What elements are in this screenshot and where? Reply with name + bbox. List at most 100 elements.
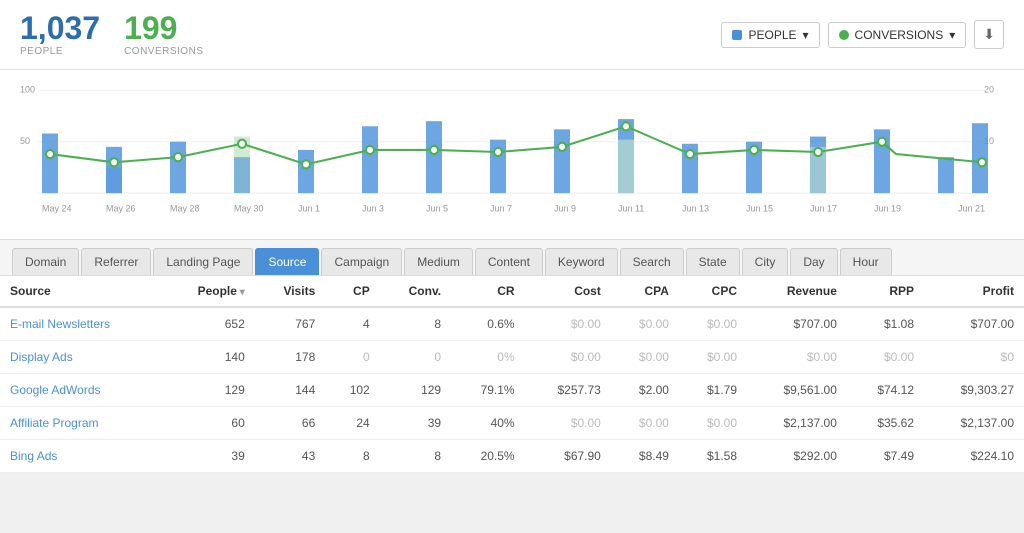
col-header-profit: Profit xyxy=(924,276,1024,307)
main-container: 1,037 PEOPLE 199 CONVERSIONS PEOPLE ▾ CO… xyxy=(0,0,1024,533)
chevron-down-icon2: ▾ xyxy=(949,28,955,42)
tab-city[interactable]: City xyxy=(742,248,789,275)
cell-revenue: $2,137.00 xyxy=(747,407,847,440)
cell-conv: 0 xyxy=(380,341,451,374)
cell-people: 140 xyxy=(163,341,254,374)
cell-visits: 66 xyxy=(255,407,326,440)
cell-cr: 0% xyxy=(451,341,525,374)
svg-text:Jun 17: Jun 17 xyxy=(810,204,837,214)
tab-medium[interactable]: Medium xyxy=(404,248,473,275)
cell-cpc: $0.00 xyxy=(679,341,747,374)
cell-revenue: $9,561.00 xyxy=(747,374,847,407)
cell-rpp: $7.49 xyxy=(847,440,924,473)
table-row: E-mail Newsletters652767480.6%$0.00$0.00… xyxy=(0,307,1024,341)
svg-text:Jun 15: Jun 15 xyxy=(746,204,773,214)
svg-text:Jun 1: Jun 1 xyxy=(298,204,320,214)
cell-people: 60 xyxy=(163,407,254,440)
tab-search[interactable]: Search xyxy=(620,248,684,275)
chart-svg: 100 50 20 10 xyxy=(20,80,1004,224)
data-table: SourcePeople ▾VisitsCPConv.CRCostCPACPCR… xyxy=(0,276,1024,473)
cell-profit: $0 xyxy=(924,341,1024,374)
svg-text:20: 20 xyxy=(984,84,994,94)
col-header-cpc: CPC xyxy=(679,276,747,307)
svg-text:Jun 11: Jun 11 xyxy=(618,204,644,214)
chevron-down-icon: ▾ xyxy=(803,28,809,42)
cell-cost: $257.73 xyxy=(525,374,611,407)
svg-text:50: 50 xyxy=(20,136,30,146)
tab-state[interactable]: State xyxy=(686,248,740,275)
sort-arrow-people: ▾ xyxy=(237,287,245,298)
tab-content[interactable]: Content xyxy=(475,248,543,275)
svg-text:Jun 13: Jun 13 xyxy=(682,204,709,214)
cell-cp: 4 xyxy=(325,307,379,341)
cell-people: 652 xyxy=(163,307,254,341)
cell-visits: 178 xyxy=(255,341,326,374)
cell-cost: $67.90 xyxy=(525,440,611,473)
cell-rpp: $74.12 xyxy=(847,374,924,407)
people-dropdown-label: PEOPLE xyxy=(748,28,796,42)
cell-rpp: $35.62 xyxy=(847,407,924,440)
cell-cp: 0 xyxy=(325,341,379,374)
cell-cost: $0.00 xyxy=(525,307,611,341)
col-header-conv: Conv. xyxy=(380,276,451,307)
cell-conv: 8 xyxy=(380,307,451,341)
cell-cpa: $8.49 xyxy=(611,440,679,473)
source-link[interactable]: E-mail Newsletters xyxy=(10,317,110,331)
svg-text:May 24: May 24 xyxy=(42,204,71,214)
col-header-people[interactable]: People ▾ xyxy=(163,276,254,307)
tab-landing-page[interactable]: Landing Page xyxy=(153,248,253,275)
svg-text:May 28: May 28 xyxy=(170,204,199,214)
svg-text:Jun 7: Jun 7 xyxy=(490,204,512,214)
tab-referrer[interactable]: Referrer xyxy=(81,248,151,275)
source-link[interactable]: Display Ads xyxy=(10,350,73,364)
cell-visits: 43 xyxy=(255,440,326,473)
cell-cr: 20.5% xyxy=(451,440,525,473)
cell-source: E-mail Newsletters xyxy=(0,307,163,341)
svg-text:May 26: May 26 xyxy=(106,204,135,214)
tab-hour[interactable]: Hour xyxy=(840,248,892,275)
tab-keyword[interactable]: Keyword xyxy=(545,248,618,275)
download-button[interactable]: ⬇ xyxy=(974,20,1004,49)
cell-cp: 8 xyxy=(325,440,379,473)
table-row: Bing Ads39438820.5%$67.90$8.49$1.58$292.… xyxy=(0,440,1024,473)
cell-cpa: $0.00 xyxy=(611,407,679,440)
cell-profit: $9,303.27 xyxy=(924,374,1024,407)
source-link[interactable]: Affiliate Program xyxy=(10,416,98,430)
cell-cpa: $2.00 xyxy=(611,374,679,407)
cell-cpa: $0.00 xyxy=(611,341,679,374)
cell-cr: 40% xyxy=(451,407,525,440)
tab-domain[interactable]: Domain xyxy=(12,248,79,275)
conv-dropdown[interactable]: CONVERSIONS ▾ xyxy=(828,22,967,48)
cell-cpc: $1.79 xyxy=(679,374,747,407)
svg-text:Jun 5: Jun 5 xyxy=(426,204,448,214)
source-link[interactable]: Google AdWords xyxy=(10,383,101,397)
conv-dropdown-label: CONVERSIONS xyxy=(855,28,944,42)
cell-cpc: $0.00 xyxy=(679,407,747,440)
people-label: PEOPLE xyxy=(20,46,100,57)
cell-profit: $707.00 xyxy=(924,307,1024,341)
people-dropdown[interactable]: PEOPLE ▾ xyxy=(721,22,819,48)
tab-day[interactable]: Day xyxy=(790,248,837,275)
cell-cp: 102 xyxy=(325,374,379,407)
col-header-visits: Visits xyxy=(255,276,326,307)
col-header-revenue: Revenue xyxy=(747,276,847,307)
chart-area: 100 50 20 10 xyxy=(0,70,1024,240)
col-header-cpa: CPA xyxy=(611,276,679,307)
svg-text:Jun 19: Jun 19 xyxy=(874,204,901,214)
cell-conv: 8 xyxy=(380,440,451,473)
table-row: Google AdWords12914410212979.1%$257.73$2… xyxy=(0,374,1024,407)
stats-header: 1,037 PEOPLE 199 CONVERSIONS PEOPLE ▾ CO… xyxy=(0,0,1024,70)
tab-campaign[interactable]: Campaign xyxy=(321,248,402,275)
cell-visits: 767 xyxy=(255,307,326,341)
source-link[interactable]: Bing Ads xyxy=(10,449,57,463)
conv-stat: 199 CONVERSIONS xyxy=(124,12,203,57)
cell-people: 129 xyxy=(163,374,254,407)
cell-cr: 0.6% xyxy=(451,307,525,341)
cell-rpp: $0.00 xyxy=(847,341,924,374)
people-count: 1,037 xyxy=(20,12,100,44)
tab-source[interactable]: Source xyxy=(255,248,319,275)
cell-rpp: $1.08 xyxy=(847,307,924,341)
svg-text:Jun 9: Jun 9 xyxy=(554,204,576,214)
stats-left: 1,037 PEOPLE 199 CONVERSIONS xyxy=(20,12,203,57)
conv-indicator xyxy=(839,30,849,40)
